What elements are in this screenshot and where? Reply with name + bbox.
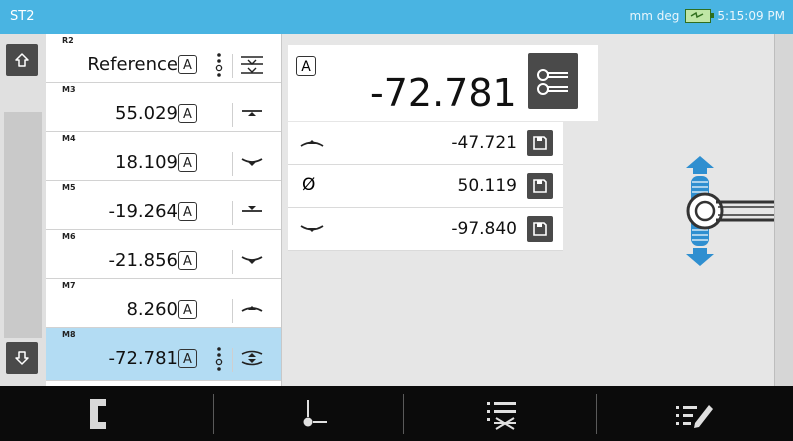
probe-points-icon xyxy=(215,347,223,371)
save-icon xyxy=(533,136,547,150)
diameter-icon: Ø xyxy=(302,175,316,195)
list-delete-icon xyxy=(486,401,516,430)
item-value: -72.781 xyxy=(108,348,178,369)
min-icon xyxy=(241,158,263,166)
toolbar-probe-button[interactable] xyxy=(213,386,410,441)
probe-icon xyxy=(686,156,774,266)
list-item-m5[interactable]: M5 -19.264 A xyxy=(46,181,281,230)
measurement-detail-list: -47.721 Ø 50.119 -97.840 xyxy=(288,122,563,251)
max-icon xyxy=(300,140,324,147)
mode-badge[interactable]: A xyxy=(178,104,197,123)
list-scrollbar[interactable] xyxy=(0,34,46,386)
list-item-m7[interactable]: M7 8.260 A xyxy=(46,279,281,328)
list-edit-icon xyxy=(675,404,713,428)
item-id: M4 xyxy=(62,134,76,143)
scroll-down-button[interactable] xyxy=(6,342,38,374)
measurement-list: R2 Reference A M3 55.029 A M4 18.109 A M… xyxy=(46,34,282,386)
divider xyxy=(232,201,233,225)
toolbar-list-edit-button[interactable] xyxy=(596,386,793,441)
save-button[interactable] xyxy=(527,130,553,156)
save-icon xyxy=(533,179,547,193)
diameter-value: 50.119 xyxy=(457,176,517,196)
item-value: 55.029 xyxy=(115,103,178,124)
divider xyxy=(232,299,233,323)
divider xyxy=(232,348,233,372)
mode-badge[interactable]: A xyxy=(178,202,197,221)
arrow-down-icon xyxy=(15,351,29,365)
save-icon xyxy=(533,222,547,236)
item-value: -19.264 xyxy=(108,201,178,222)
selected-value: -72.781 xyxy=(370,71,517,115)
battery-icon xyxy=(685,9,715,23)
probe-stylus-icon xyxy=(303,399,327,426)
mode-badge[interactable]: A xyxy=(178,153,197,172)
min-value: -97.840 xyxy=(451,219,517,239)
bracket-icon xyxy=(89,398,106,429)
min-icon xyxy=(300,225,324,232)
mode-badge[interactable]: A xyxy=(296,56,316,76)
max-icon xyxy=(241,306,263,312)
save-button[interactable] xyxy=(527,216,553,242)
detail-row-max: -47.721 xyxy=(288,122,563,165)
clock: 5:15:09 PM xyxy=(717,9,785,23)
units-label: mm deg xyxy=(629,9,680,23)
reference-icon xyxy=(241,56,263,74)
item-id: M3 xyxy=(62,85,76,94)
item-value: 18.109 xyxy=(115,152,178,173)
list-item-m3[interactable]: M3 55.029 A xyxy=(46,83,281,132)
mode-badge[interactable]: A xyxy=(178,55,197,74)
list-item-m8[interactable]: M8 -72.781 A xyxy=(46,328,281,381)
mode-badge[interactable]: A xyxy=(178,300,197,319)
item-id: M5 xyxy=(62,183,76,192)
item-id: M7 xyxy=(62,281,76,290)
connect-button[interactable] xyxy=(528,53,578,109)
bottom-toolbar xyxy=(0,386,793,441)
arrow-up-icon xyxy=(15,53,29,67)
item-value: -21.856 xyxy=(108,250,178,271)
save-button[interactable] xyxy=(527,173,553,199)
selected-measurement: A -72.781 xyxy=(288,45,598,121)
item-id: M6 xyxy=(62,232,76,241)
probe-points-icon xyxy=(215,53,223,77)
scroll-up-button[interactable] xyxy=(6,44,38,76)
status-info: mm deg 5:15:09 PM xyxy=(630,9,785,23)
mode-badge[interactable]: A xyxy=(178,251,197,270)
connection-icon xyxy=(537,69,568,95)
divider xyxy=(232,250,233,274)
item-id: M8 xyxy=(62,330,76,339)
min-icon xyxy=(241,256,263,264)
item-id: R2 xyxy=(62,36,74,45)
divider xyxy=(232,54,233,78)
min-line-icon xyxy=(242,206,262,212)
list-item-m4[interactable]: M4 18.109 A xyxy=(46,132,281,181)
divider xyxy=(232,103,233,127)
mode-badge[interactable]: A xyxy=(178,349,197,368)
item-value: 8.260 xyxy=(126,299,178,320)
max-value: -47.721 xyxy=(451,133,517,153)
scroll-track[interactable] xyxy=(4,112,42,338)
toolbar-list-delete-button[interactable] xyxy=(403,386,600,441)
divider xyxy=(232,152,233,176)
detail-row-min: -97.840 xyxy=(288,208,563,251)
list-item-r2[interactable]: R2 Reference A xyxy=(46,34,281,83)
status-bar: ST2 mm deg 5:15:09 PM xyxy=(0,0,793,34)
side-panel xyxy=(774,34,793,386)
max-min-icon xyxy=(241,350,263,366)
detail-row-diameter: Ø 50.119 xyxy=(288,165,563,208)
item-value: Reference xyxy=(87,54,178,75)
max-icon xyxy=(242,110,262,116)
list-item-m6[interactable]: M6 -21.856 A xyxy=(46,230,281,279)
toolbar-bracket-button[interactable] xyxy=(0,386,197,441)
station-title: ST2 xyxy=(10,9,35,24)
